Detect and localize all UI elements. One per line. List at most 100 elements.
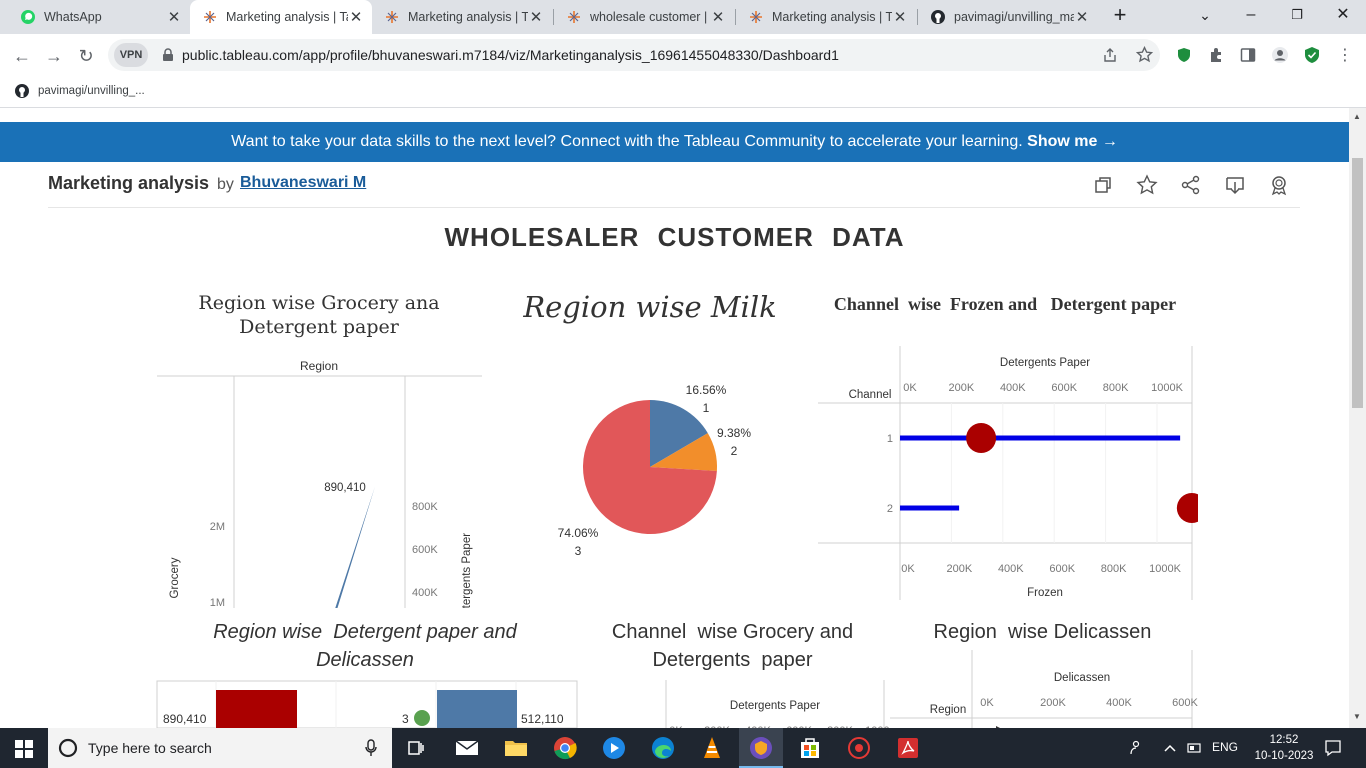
chart3-bottom-tick: 1000K (1149, 563, 1181, 575)
store-icon[interactable] (796, 734, 824, 762)
chart4-label: 512,110 (521, 712, 564, 726)
search-placeholder: Type here to search (88, 740, 212, 756)
chevron-up-icon[interactable] (1163, 742, 1177, 754)
pdf-reader-icon[interactable] (894, 734, 922, 762)
close-icon[interactable]: ✕ (1074, 8, 1090, 26)
chart3-top-tick: 0K (903, 382, 917, 394)
chart3-detergent-bar (900, 505, 960, 511)
back-button[interactable]: ← (8, 42, 36, 70)
show-me-link[interactable]: Show me → (1027, 133, 1118, 150)
notification-icon[interactable] (1324, 739, 1342, 757)
page-scrollbar[interactable]: ▲ ▼ (1349, 108, 1366, 728)
extension-shield-icon[interactable] (1176, 47, 1192, 63)
tab-github[interactable]: pavimagi/unvilling_ma ✕ (918, 0, 1098, 34)
close-icon[interactable]: ✕ (166, 8, 182, 26)
tab-wholesale-customer[interactable]: wholesale customer | T ✕ (554, 0, 734, 34)
clock-date: 10-10-2023 (1254, 750, 1314, 762)
tab-marketing-analysis-2[interactable]: Marketing analysis | Ta ✕ (372, 0, 552, 34)
chart3-bottom-tick: 0K (901, 563, 915, 575)
close-icon[interactable]: ✕ (348, 8, 364, 26)
share-network-icon[interactable] (1180, 174, 1202, 196)
copy-icon[interactable] (1092, 174, 1114, 196)
side-panel-icon[interactable] (1240, 47, 1256, 63)
security-extension-icon[interactable] (1304, 46, 1320, 64)
language-indicator[interactable]: ENG (1212, 740, 1238, 754)
chart1-right-axis-title: Detergents Paper (461, 533, 473, 608)
record-app-icon[interactable] (845, 734, 873, 762)
chart2-percent-label: 16.56% (686, 383, 727, 397)
chart3-bottom-tick: 600K (1049, 563, 1075, 575)
tab-marketing-analysis-3[interactable]: Marketing analysis | Ta ✕ (736, 0, 916, 34)
community-banner: Want to take your data skills to the nex… (0, 122, 1349, 162)
scroll-down-arrow-icon[interactable]: ▼ (1353, 712, 1361, 721)
github-icon (931, 10, 945, 24)
chart4-region-detergent-delicassen: 890,410 3 512,110 (156, 680, 578, 728)
close-icon[interactable]: ✕ (528, 8, 544, 26)
tableau-icon (204, 11, 216, 23)
chart2-category-label: 2 (731, 444, 738, 458)
chart3-row-label: 2 (887, 503, 893, 515)
chart1-detergents-area (335, 486, 375, 608)
chart5-axis-title: Detergents Paper (730, 700, 820, 712)
scrollbar-thumb[interactable] (1352, 158, 1363, 408)
chart3-bottom-tick: 400K (998, 563, 1024, 575)
close-icon[interactable]: ✕ (710, 8, 726, 26)
windows-start-icon[interactable] (15, 740, 33, 758)
extensions-puzzle-icon[interactable] (1208, 47, 1224, 63)
media-player-icon[interactable] (600, 734, 628, 762)
chart6-tick: 0K (980, 697, 994, 709)
favorite-star-icon[interactable] (1136, 174, 1158, 196)
chart3-bottom-axis-title: Frozen (1027, 587, 1063, 599)
people-icon[interactable] (1126, 740, 1142, 756)
microphone-icon[interactable] (364, 739, 378, 757)
chart3-top-tick: 200K (949, 382, 975, 394)
banner-text: Want to take your data skills to the nex… (231, 133, 1023, 150)
chart1-left-axis-title: Grocery (169, 557, 181, 598)
url-text[interactable]: public.tableau.com/app/profile/bhuvanesw… (182, 47, 839, 63)
vlc-icon[interactable] (698, 734, 726, 762)
chevron-down-icon[interactable]: ⌄ (1182, 0, 1228, 34)
chart6-plot: Delicassen 0K 200K 400K 600K Region (890, 650, 1199, 728)
mail-icon[interactable] (453, 734, 481, 762)
lock-icon[interactable] (162, 48, 174, 62)
taskbar-search-box[interactable]: Type here to search (48, 728, 392, 768)
forward-button[interactable]: → (40, 42, 68, 70)
address-bar[interactable]: VPN public.tableau.com/app/profile/bhuva… (108, 39, 1160, 71)
restore-button[interactable]: ❐ (1274, 0, 1320, 34)
chart6-tick: 400K (1106, 697, 1132, 709)
github-icon (15, 84, 29, 98)
battery-icon[interactable] (1187, 742, 1203, 754)
author-link[interactable]: Bhuvaneswari M (240, 174, 366, 192)
download-icon[interactable] (1224, 174, 1246, 196)
chrome-icon[interactable] (551, 734, 579, 762)
profile-icon[interactable] (1271, 46, 1289, 64)
bookmark-github[interactable]: pavimagi/unvilling_... (14, 83, 145, 99)
chart3-top-axis-title: Detergents Paper (1000, 357, 1090, 369)
chart6-row-header: Region (930, 704, 966, 716)
chart2-title: Region wise Milk (523, 290, 777, 324)
reload-button[interactable]: ↻ (72, 42, 100, 70)
vpn-app-icon[interactable] (747, 734, 775, 762)
edge-icon[interactable] (649, 734, 677, 762)
award-badge-icon[interactable] (1268, 174, 1290, 196)
minimize-button[interactable]: – (1228, 0, 1274, 34)
tableau-icon (386, 11, 398, 23)
menu-kebab-icon[interactable]: ⋮ (1331, 42, 1359, 70)
close-icon[interactable]: ✕ (892, 8, 908, 26)
chart1-plot: Region0M1M2M0K200K400K600K800K123204,136… (157, 359, 482, 608)
vpn-badge[interactable]: VPN (114, 43, 148, 67)
chart3-detergent-bar (900, 435, 1181, 441)
chart6-tick: 600K (1172, 697, 1198, 709)
chart3-frozen-point (1176, 493, 1198, 523)
file-explorer-icon[interactable] (502, 734, 530, 762)
clock[interactable]: 12:52 10-10-2023 (1252, 732, 1316, 764)
task-view-icon[interactable] (402, 734, 430, 762)
tab-whatsapp[interactable]: WhatsApp ✕ (8, 0, 190, 34)
bookmark-star-icon[interactable] (1136, 46, 1153, 63)
new-tab-button[interactable]: + (1097, 0, 1143, 34)
share-icon[interactable] (1102, 47, 1118, 63)
close-window-button[interactable]: ✕ (1320, 0, 1366, 34)
chart3-bottom-tick: 200K (947, 563, 973, 575)
tab-marketing-analysis-active[interactable]: Marketing analysis | Ta ✕ (190, 0, 372, 34)
scroll-up-arrow-icon[interactable]: ▲ (1353, 112, 1361, 121)
